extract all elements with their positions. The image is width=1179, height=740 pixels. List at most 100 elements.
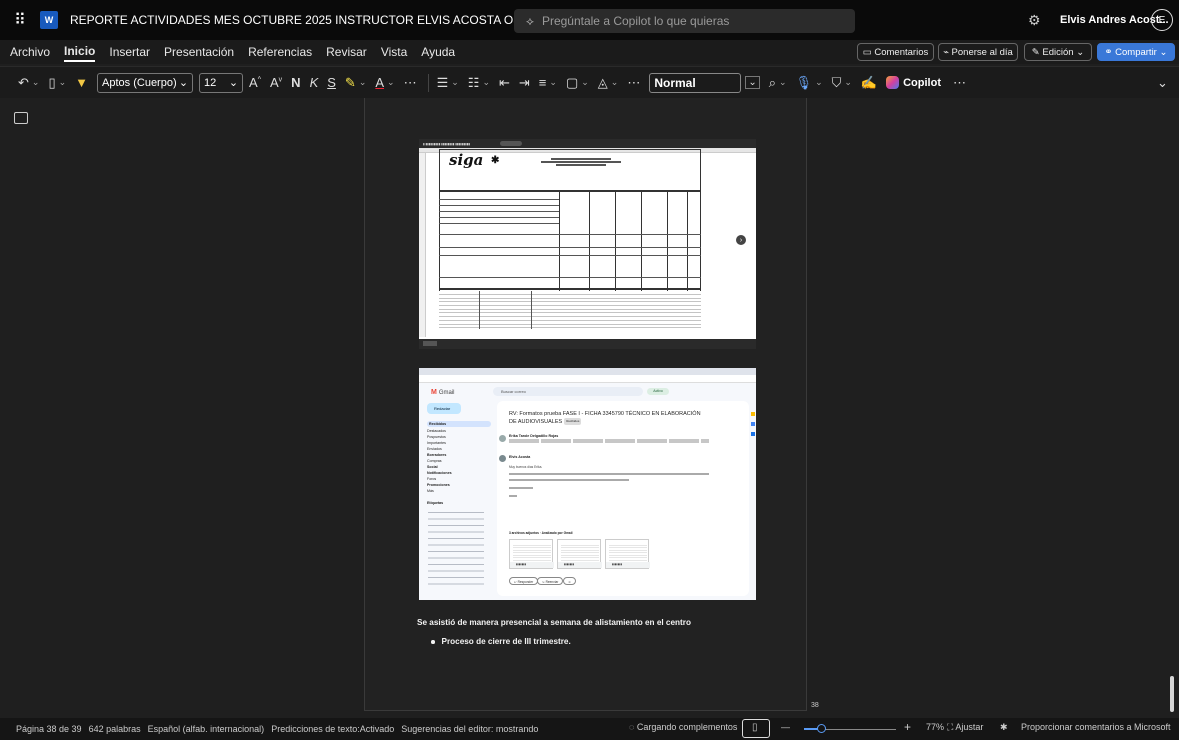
borders-chevron-icon[interactable]: ⌄ — [581, 77, 589, 88]
bullets-icon[interactable]: ☰ — [437, 75, 449, 91]
numbering-chevron-icon[interactable]: ⌄ — [482, 77, 490, 88]
menu-referencias[interactable]: Referencias — [248, 43, 312, 61]
zoom-out-button[interactable]: — — [781, 722, 790, 732]
find-chevron-icon[interactable]: ⌄ — [779, 77, 787, 88]
font-color-icon[interactable]: A — [375, 75, 384, 90]
align-chevron-icon[interactable]: ⌄ — [549, 77, 557, 88]
gmail-subject-text: RV: Formatos prueba FASE I - FICHA 33457… — [509, 411, 701, 425]
feedback-link[interactable]: Proporcionar comentarios a Microsoft — [1021, 722, 1175, 732]
paste-chevron-icon[interactable]: ⌄ — [59, 77, 67, 88]
document-paragraph[interactable]: Se asistió de manera presencial a semana… — [417, 618, 691, 627]
increase-indent-icon[interactable]: ⇥ — [519, 75, 530, 91]
page-count-status[interactable]: Página 38 de 39 — [16, 724, 82, 734]
app-launcher-icon[interactable]: ⠿ — [0, 0, 40, 40]
decrease-indent-icon[interactable]: ⇤ — [499, 75, 510, 91]
ribbon-toolbar: ↶ ⌄ ▯ ⌄ ▼ Aptos (Cuerpo) ⌄ 12 ⌄ A^ Av N K … — [0, 66, 1179, 98]
editing-label: Edición — [1042, 46, 1074, 58]
undo-chevron-icon[interactable]: ⌄ — [32, 77, 40, 88]
more-options-icon[interactable]: ⋯ — [953, 75, 966, 91]
numbering-icon[interactable]: ☷ — [468, 75, 480, 91]
language-status[interactable]: Español (alfab. internacional) — [148, 724, 265, 734]
zoom-in-button[interactable]: + — [904, 720, 911, 734]
gmail-sidebar-item: Notificaciones — [427, 471, 452, 475]
zoom-slider-handle[interactable] — [817, 724, 826, 733]
copilot-search-box[interactable]: ⟡ Pregúntale a Copilot lo que quieras — [514, 9, 855, 33]
menu-insertar[interactable]: Insertar — [109, 43, 150, 61]
focus-mode-button[interactable]: ▯ — [742, 719, 770, 738]
feedback-icon[interactable]: ✱ — [1000, 722, 1008, 733]
document-bullet-item[interactable]: Proceso de cierre de III trimestre. — [431, 637, 571, 646]
gmail-sidebar-item: Importantes — [427, 441, 446, 445]
vertical-scrollbar[interactable] — [1170, 676, 1174, 712]
paste-icon[interactable]: ▯ — [48, 75, 55, 91]
navigation-pane-icon[interactable] — [14, 112, 28, 124]
spreadsheet-mode-pill — [500, 141, 523, 146]
underline-icon[interactable]: S — [327, 75, 336, 90]
shading-icon[interactable]: ◬ — [598, 75, 608, 91]
more-font-options-icon[interactable]: ⋯ — [404, 75, 417, 91]
menu-vista[interactable]: Vista — [381, 43, 407, 61]
font-name-select[interactable]: Aptos (Cuerpo) ⌄ — [97, 72, 194, 93]
share-icon: ⚭ — [1104, 46, 1116, 58]
font-size-select[interactable]: 12 ⌄ — [199, 72, 244, 93]
settings-gear-icon[interactable]: ⚙ — [1028, 12, 1041, 29]
document-title[interactable]: REPORTE ACTIVIDADES MES OCTUBRE 2025 INS… — [70, 13, 552, 27]
font-color-chevron-icon[interactable]: ⌄ — [387, 77, 395, 88]
grid-line — [439, 217, 559, 218]
find-icon[interactable]: ⌕ — [769, 75, 776, 91]
zoom-level[interactable]: 77% — [926, 722, 944, 732]
gmail-sidebar-item: Foros — [427, 477, 437, 481]
avatar[interactable]: E — [1151, 9, 1173, 31]
sensitivity-chevron-icon[interactable]: ⌄ — [844, 77, 852, 88]
menu-inicio[interactable]: Inicio — [64, 42, 96, 62]
menu-ayuda[interactable]: Ayuda — [421, 43, 455, 61]
editor-suggestions-status[interactable]: Sugerencias del editor: mostrando — [401, 724, 538, 734]
editing-mode-button[interactable]: ✎ Edición ⌄ — [1024, 43, 1092, 61]
comments-button[interactable]: ▭ Comentarios — [857, 43, 934, 61]
gmail-message-pane: RV: Formatos prueba FASE I - FICHA 33457… — [497, 401, 749, 596]
editor-icon[interactable]: ✍ — [861, 75, 877, 91]
attachment-thumbnail: ▮▮▮▮▮▮▮ — [509, 539, 554, 569]
shrink-font-icon[interactable]: Av — [270, 75, 282, 90]
style-select[interactable]: Normal — [649, 72, 742, 93]
grid-line — [439, 211, 559, 212]
highlight-chevron-icon[interactable]: ⌄ — [359, 77, 367, 88]
fit-label: Ajustar — [955, 722, 984, 732]
dictate-icon[interactable]: 🎙 — [796, 75, 813, 91]
gmail-forward-label: Reenviar — [545, 580, 559, 584]
copilot-button[interactable]: Copilot — [886, 76, 941, 89]
sensitivity-icon[interactable]: ⛉ — [832, 75, 842, 91]
menu-presentacion[interactable]: Presentación — [164, 43, 234, 61]
grid-line — [439, 223, 559, 224]
gmail-attachments-header: 3 archivos adjuntos · Analizado por Gmai… — [509, 531, 573, 535]
grid-line — [439, 234, 701, 235]
keep-icon — [751, 412, 755, 416]
word-count-status[interactable]: 642 palabras — [89, 724, 141, 734]
gmail-body-line — [509, 495, 517, 497]
bold-icon[interactable]: N — [291, 75, 300, 90]
more-paragraph-options-icon[interactable]: ⋯ — [627, 75, 640, 91]
italic-icon[interactable]: K — [310, 75, 319, 90]
shading-chevron-icon[interactable]: ⌄ — [611, 77, 619, 88]
grow-font-icon[interactable]: A^ — [249, 75, 261, 90]
fit-button[interactable]: ⛶ Ajustar — [947, 722, 983, 733]
styles-chevron-icon[interactable]: ⌄ — [745, 76, 760, 89]
status-bar: Página 38 de 39 642 palabras Español (al… — [0, 718, 1179, 740]
share-button[interactable]: ⚭ Compartir ⌄ — [1097, 43, 1175, 61]
gmail-reply-button: ↩ Responder — [509, 577, 539, 585]
borders-icon[interactable]: ▢ — [566, 75, 578, 91]
highlight-icon[interactable]: ✎ — [345, 75, 356, 91]
menu-archivo[interactable]: Archivo — [10, 43, 50, 61]
menu-revisar[interactable]: Revisar — [326, 43, 367, 61]
contacts-icon — [751, 432, 755, 436]
dictate-chevron-icon[interactable]: ⌄ — [815, 77, 823, 88]
align-icon[interactable]: ≡ — [539, 75, 547, 90]
gmail-inbox-badge: Recibidos — [564, 418, 582, 425]
catch-up-button[interactable]: ⌁ Ponerse al día — [938, 43, 1018, 61]
ribbon-expand-chevron-icon[interactable]: ⌄ — [1157, 75, 1168, 91]
undo-icon[interactable]: ↶ — [18, 75, 29, 91]
format-painter-icon[interactable]: ▼ — [75, 75, 88, 90]
bullets-chevron-icon[interactable]: ⌄ — [451, 77, 459, 88]
text-predictions-status[interactable]: Predicciones de texto:Activado — [271, 724, 394, 734]
document-page[interactable]: ▮ ▮▮▮▮▮▮▮▮▮ ▮▮▮▮▮▮▮▮ ▮▮▮▮▮▮▮▮▮ siga ✱ › … — [364, 98, 807, 711]
